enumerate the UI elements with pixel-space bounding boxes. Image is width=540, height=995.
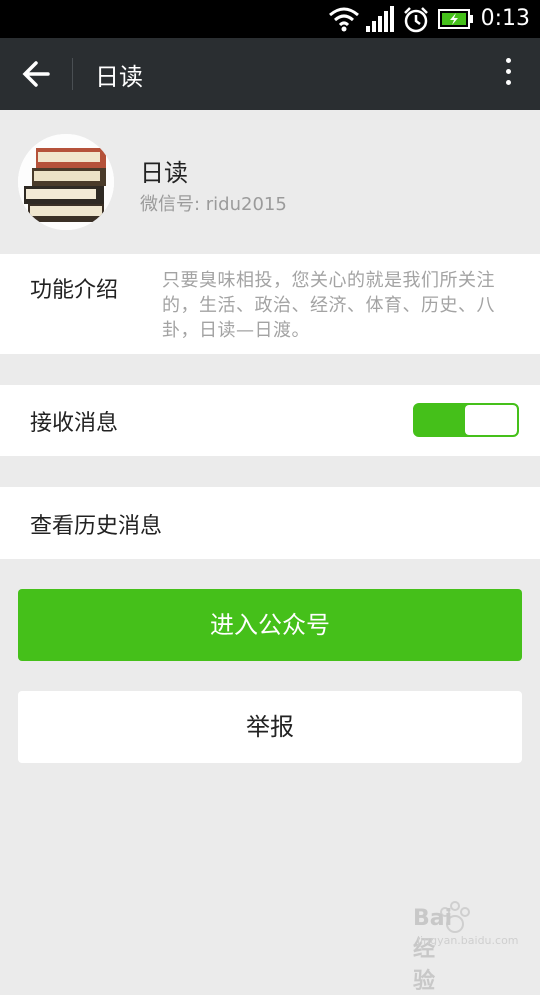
avatar xyxy=(18,134,114,230)
alarm-icon xyxy=(404,7,428,33)
intro-label: 功能介绍 xyxy=(30,278,119,303)
intro-section: 功能介绍 只要臭味相投，您关心的就是我们所关注的，生活、政治、经济、体育、历史、… xyxy=(0,254,540,354)
arrow-left-icon xyxy=(22,61,50,87)
wechat-id: 微信号: ridu2015 xyxy=(140,194,287,215)
enter-account-button[interactable]: 进入公众号 xyxy=(18,589,522,661)
status-bar: 0:13 xyxy=(0,0,540,38)
receive-messages-toggle[interactable] xyxy=(413,403,519,437)
receive-messages-row: 接收消息 xyxy=(0,385,540,456)
account-name: 日读 xyxy=(140,159,188,187)
toggle-knob xyxy=(465,405,517,435)
report-button[interactable]: 举报 xyxy=(18,691,522,763)
view-history-row[interactable]: 查看历史消息 xyxy=(0,487,540,559)
app-bar-divider xyxy=(72,58,73,90)
profile-header: 日读 微信号: ridu2015 xyxy=(0,110,540,254)
watermark-url: jingyan.baidu.com xyxy=(417,934,519,947)
battery-charging-icon xyxy=(438,9,473,29)
more-vertical-icon[interactable] xyxy=(496,52,520,98)
receive-messages-label: 接收消息 xyxy=(30,411,119,436)
signal-icon xyxy=(366,6,394,32)
wifi-icon xyxy=(329,7,359,32)
status-time: 0:13 xyxy=(480,6,530,31)
books-icon xyxy=(18,134,114,230)
back-button[interactable] xyxy=(10,50,62,98)
app-bar: 日读 xyxy=(0,38,540,110)
intro-text: 只要臭味相投，您关心的就是我们所关注的，生活、政治、经济、体育、历史、八卦，日读… xyxy=(162,270,495,341)
page-title: 日读 xyxy=(95,63,143,91)
watermark-text: Bai经验 xyxy=(413,906,453,994)
view-history-label: 查看历史消息 xyxy=(30,514,163,539)
